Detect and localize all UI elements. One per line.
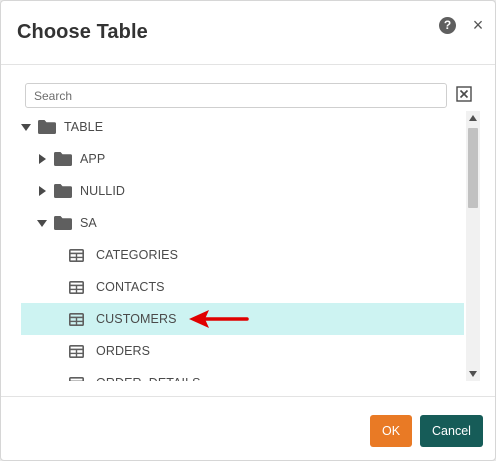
tree-item-label: SA <box>80 216 97 230</box>
dialog-footer: OK Cancel <box>1 396 495 460</box>
folder-icon <box>54 216 72 230</box>
tree-scrollbar[interactable] <box>466 111 480 381</box>
dialog-header: Choose Table ? × <box>1 1 495 65</box>
dialog-title: Choose Table <box>17 21 148 43</box>
clear-box-icon[interactable] <box>456 86 472 102</box>
ok-button[interactable]: OK <box>370 415 412 447</box>
table-grid-icon <box>69 344 84 358</box>
tree-item-contacts[interactable]: CONTACTS <box>21 271 464 303</box>
tree-item-categories[interactable]: CATEGORIES <box>21 239 464 271</box>
table-grid-icon <box>69 312 84 326</box>
question-circle-icon[interactable]: ? <box>439 17 456 34</box>
tree-item-label: TABLE <box>64 120 104 134</box>
tree-item-app[interactable]: APP <box>21 143 464 175</box>
caret-right-icon[interactable] <box>37 186 47 196</box>
tree-item-label: APP <box>80 152 106 166</box>
search-input[interactable] <box>25 83 447 108</box>
tree-item-sa[interactable]: SA <box>21 207 464 239</box>
table-tree: TABLE APP NULLID SA CATEGORIES CONTACTS CUSTOM… <box>21 111 464 381</box>
scroll-thumb[interactable] <box>468 128 478 208</box>
folder-icon <box>54 184 72 198</box>
close-icon[interactable]: × <box>469 14 487 36</box>
caret-right-icon[interactable] <box>37 154 47 164</box>
caret-down-icon[interactable] <box>21 122 31 132</box>
tree-item-label: ORDER_DETAILS <box>96 376 201 381</box>
table-grid-icon <box>69 376 84 381</box>
scroll-down-arrow-icon[interactable] <box>466 367 480 381</box>
tree-item-label: CATEGORIES <box>96 248 179 262</box>
folder-icon <box>38 120 56 134</box>
table-grid-icon <box>69 248 84 262</box>
caret-down-icon[interactable] <box>37 218 47 228</box>
tree-item-orders[interactable]: ORDERS <box>21 335 464 367</box>
tree-item-nullid[interactable]: NULLID <box>21 175 464 207</box>
tree-item-label: CONTACTS <box>96 280 165 294</box>
tree-item-label: NULLID <box>80 184 126 198</box>
folder-icon <box>54 152 72 166</box>
tree-item-order-details[interactable]: ORDER_DETAILS <box>21 367 464 381</box>
cancel-button[interactable]: Cancel <box>420 415 483 447</box>
scroll-up-arrow-icon[interactable] <box>466 111 480 125</box>
choose-table-dialog: Choose Table ? × TABLE APP NULLID SA CATEGOR… <box>0 0 496 461</box>
red-pointer-arrow-icon <box>189 310 249 328</box>
tree-item-table[interactable]: TABLE <box>21 111 464 143</box>
tree-item-label: ORDERS <box>96 344 151 358</box>
table-grid-icon <box>69 280 84 294</box>
tree-item-label: CUSTOMERS <box>96 312 177 326</box>
